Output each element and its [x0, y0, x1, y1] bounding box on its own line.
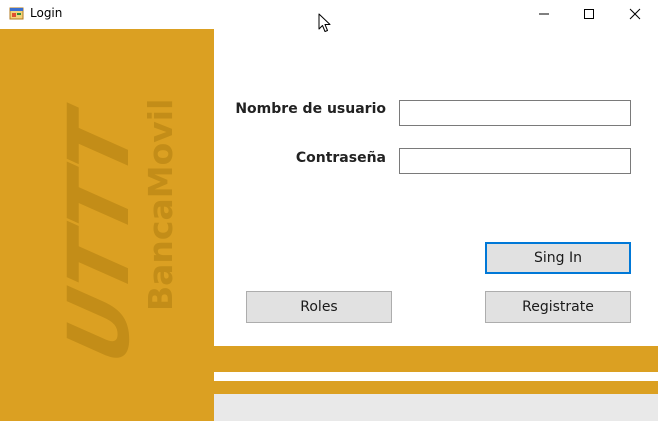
accent-stripe-top	[214, 346, 658, 372]
minimize-button[interactable]	[521, 0, 567, 28]
window-title: Login	[30, 6, 63, 20]
form-window-icon	[9, 6, 25, 22]
close-button[interactable]	[612, 0, 658, 28]
username-input[interactable]	[399, 100, 631, 126]
sign-in-button[interactable]: Sing In	[485, 242, 631, 274]
maximize-button[interactable]	[566, 0, 612, 28]
brand-logo: UTTT BancaMovil	[0, 29, 214, 421]
mouse-pointer-icon	[318, 13, 332, 33]
username-label: Nombre de usuario	[235, 101, 386, 117]
password-label: Contraseña	[295, 150, 386, 166]
close-icon	[629, 8, 641, 20]
login-window: Login UTTT BancaMovil Nombre de usuario	[0, 0, 658, 421]
maximize-icon	[583, 8, 595, 20]
register-button[interactable]: Registrate	[485, 291, 631, 323]
password-input[interactable]	[399, 148, 631, 174]
roles-button[interactable]: Roles	[246, 291, 392, 323]
brand-panel: UTTT BancaMovil	[0, 29, 214, 421]
accent-stripe-bottom	[214, 381, 658, 394]
app-name-text: BancaMovil	[141, 99, 180, 311]
logo-text: UTTT	[51, 98, 148, 372]
bottom-band	[214, 394, 658, 421]
minimize-icon	[538, 8, 550, 20]
